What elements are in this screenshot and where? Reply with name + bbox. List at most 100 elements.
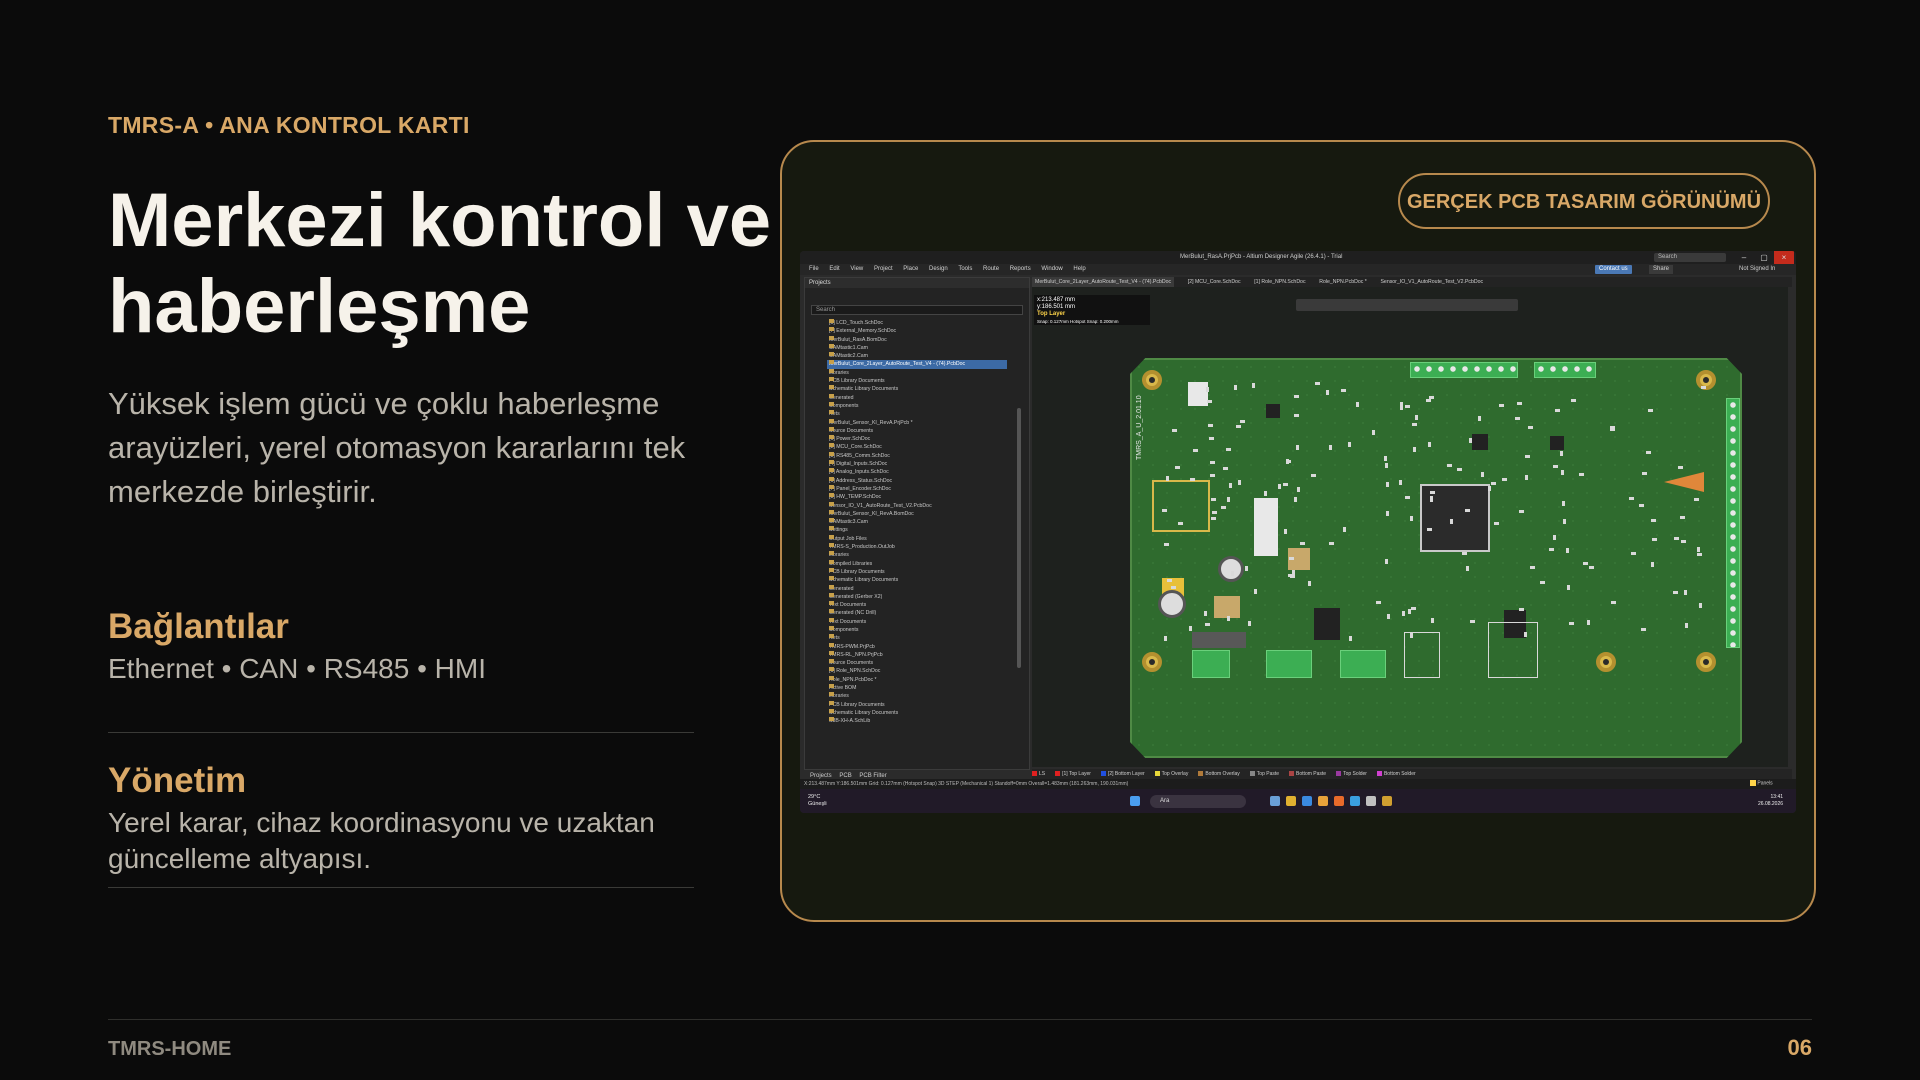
- tree-item[interactable]: PCB Library Documents: [829, 377, 1029, 385]
- tree-item[interactable]: Source Documents: [829, 426, 1029, 435]
- tree-item[interactable]: Generated: [829, 393, 1029, 402]
- tree-item[interactable]: CAMtastic3.Cam: [829, 518, 1029, 526]
- app-icon[interactable]: [1350, 796, 1360, 806]
- tree-item[interactable]: Text Documents: [829, 617, 1029, 626]
- doc-tab[interactable]: MerBulut_Core_2Layer_AutoRoute_Test_V4 -…: [1032, 277, 1175, 287]
- pcb-active-bar[interactable]: [1296, 299, 1518, 311]
- tree-item[interactable]: [8] HW_TEMP.SchDoc: [829, 493, 1029, 501]
- tree-item[interactable]: [2] MCU_Core.SchDoc: [829, 443, 1029, 451]
- tree-item[interactable]: Generated (NC Drill): [829, 609, 1029, 617]
- layer-tab[interactable]: LS: [1032, 769, 1045, 779]
- tree-item[interactable]: Nets: [829, 410, 1029, 418]
- tree-item[interactable]: MerBulut_Core_2Layer_AutoRoute_Test_V4 -…: [827, 360, 1007, 369]
- tree-item[interactable]: Components: [829, 625, 1029, 634]
- panels-button[interactable]: Panels: [1750, 780, 1773, 786]
- tree-item[interactable]: [6] Address_Status.SchDoc: [829, 476, 1029, 485]
- tree-item[interactable]: [5] Analog_Inputs.SchDoc: [829, 468, 1029, 476]
- layer-tab[interactable]: Top Paste: [1249, 769, 1279, 779]
- tree-item[interactable]: [1] Role_NPN.SchDoc: [829, 667, 1029, 675]
- menu-window[interactable]: Window: [1041, 264, 1062, 275]
- menu-route[interactable]: Route: [983, 264, 999, 275]
- tree-item[interactable]: Libraries: [829, 368, 1029, 377]
- layer-tab[interactable]: Bottom Solder: [1376, 769, 1416, 779]
- menu-design[interactable]: Design: [929, 264, 948, 275]
- app-icon[interactable]: [1366, 796, 1376, 806]
- tree-item[interactable]: Sensor_IO_V1_AutoRoute_Test_V2.PcbDoc: [829, 501, 1029, 510]
- layer-tab[interactable]: Top Overlay: [1154, 769, 1188, 779]
- smd-part: [1376, 600, 1382, 604]
- tree-item[interactable]: Schematic Library Documents: [829, 576, 1029, 584]
- layer-tab[interactable]: [2] Bottom Layer: [1100, 769, 1145, 779]
- menu-view[interactable]: View: [850, 264, 863, 275]
- folder-icon[interactable]: [1286, 796, 1296, 806]
- tree-item[interactable]: MerBulut_RasA.BomDoc: [829, 335, 1029, 344]
- menu-file[interactable]: File: [809, 264, 819, 275]
- tree-item[interactable]: Settings: [829, 526, 1029, 534]
- tree-item[interactable]: Libraries: [829, 692, 1029, 700]
- projects-search-input[interactable]: Search: [811, 305, 1023, 315]
- minimize-icon[interactable]: –: [1734, 251, 1754, 264]
- tree-item[interactable]: Active BOM: [829, 684, 1029, 692]
- contact-button[interactable]: Contact us: [1595, 265, 1632, 274]
- layer-tab[interactable]: [1] Top Layer: [1055, 769, 1091, 779]
- edge-icon[interactable]: [1302, 796, 1312, 806]
- window-search[interactable]: Search: [1654, 253, 1726, 262]
- smd-part: [1163, 543, 1169, 547]
- firefox-icon[interactable]: [1334, 796, 1344, 806]
- tree-item[interactable]: Components: [829, 401, 1029, 410]
- account-status[interactable]: Not Signed In: [1739, 264, 1775, 275]
- doc-tab[interactable]: [2] MCU_Core.SchDoc: [1188, 277, 1241, 287]
- tree-item[interactable]: TMRS-RL_NPN.PrjPcb: [829, 650, 1029, 659]
- taskbar-search[interactable]: Ara: [1150, 795, 1246, 808]
- layer-tab[interactable]: Top Solder: [1336, 769, 1367, 779]
- start-icon[interactable]: [1130, 796, 1140, 806]
- menu-place[interactable]: Place: [903, 264, 918, 275]
- weather-widget[interactable]: 29°C Güneşli: [808, 794, 827, 808]
- tree-item[interactable]: Role_NPN.PcbDoc *: [829, 675, 1029, 684]
- tree-item[interactable]: Compiled Libraries: [829, 559, 1029, 568]
- tree-item[interactable]: S3B-XH-A.SchLib: [829, 717, 1029, 725]
- tree-item[interactable]: TMRS-PWM.PrjPcb: [829, 642, 1029, 651]
- layer-tab[interactable]: Bottom Paste: [1289, 769, 1326, 779]
- tree-item[interactable]: Text Documents: [829, 601, 1029, 609]
- tree-item[interactable]: MerBulut_Sensor_KI_RevA.BomDoc: [829, 509, 1029, 518]
- tree-item[interactable]: CAMtastic2.Cam: [829, 352, 1029, 360]
- close-icon[interactable]: ×: [1774, 251, 1794, 264]
- tree-item[interactable]: [1] Power.SchDoc: [829, 435, 1029, 443]
- share-button[interactable]: Share: [1649, 265, 1674, 274]
- file-icon: [829, 377, 834, 382]
- tree-item[interactable]: Nets: [829, 634, 1029, 642]
- doc-tab[interactable]: Role_NPN.PcbDoc *: [1319, 277, 1367, 287]
- tree-item[interactable]: [4] Digital_Inputs.SchDoc: [829, 460, 1029, 468]
- projects-scrollbar[interactable]: [1017, 408, 1021, 668]
- tree-item[interactable]: Output Job Files: [829, 534, 1029, 543]
- tree-item[interactable]: Libraries: [829, 551, 1029, 559]
- maximize-icon[interactable]: ▢: [1754, 251, 1774, 264]
- tree-item[interactable]: [3] RS485_Comm.SchDoc: [829, 451, 1029, 460]
- tree-item[interactable]: Schematic Library Documents: [829, 708, 1029, 717]
- tree-item[interactable]: TMRS-S_Production.OutJob: [829, 543, 1029, 551]
- chrome-icon[interactable]: [1318, 796, 1328, 806]
- doc-tab[interactable]: Sensor_IO_V1_AutoRoute_Test_V2.PcbDoc: [1380, 277, 1483, 287]
- menu-edit[interactable]: Edit: [829, 264, 839, 275]
- app-icon[interactable]: [1270, 796, 1280, 806]
- tree-item[interactable]: PCB Library Documents: [829, 567, 1029, 576]
- tree-item[interactable]: Generated (Gerber X2): [829, 592, 1029, 601]
- tree-item[interactable]: [5] LCD_Touch.SchDoc: [829, 319, 1029, 327]
- menu-reports[interactable]: Reports: [1010, 264, 1031, 275]
- tree-item[interactable]: [7] Panel_Encoder.SchDoc: [829, 484, 1029, 493]
- tree-item[interactable]: CAMtastic1.Cam: [829, 343, 1029, 352]
- menu-help[interactable]: Help: [1073, 264, 1085, 275]
- tree-item[interactable]: Source Documents: [829, 659, 1029, 667]
- layer-tab[interactable]: Bottom Overlay: [1198, 769, 1240, 779]
- tree-item[interactable]: Generated: [829, 584, 1029, 593]
- tree-item[interactable]: Schematic Library Documents: [829, 385, 1029, 393]
- doc-tab[interactable]: [1] Role_NPN.SchDoc: [1254, 277, 1305, 287]
- altium-icon[interactable]: [1382, 796, 1392, 806]
- tree-item[interactable]: [7] External_Memory.SchDoc: [829, 327, 1029, 335]
- tree-item[interactable]: PCB Library Documents: [829, 700, 1029, 709]
- clock[interactable]: 13:41 26.08.2026: [1758, 794, 1783, 808]
- menu-project[interactable]: Project: [874, 264, 893, 275]
- tree-item[interactable]: MerBulut_Sensor_KI_RevA.PrjPcb *: [829, 418, 1029, 427]
- menu-tools[interactable]: Tools: [958, 264, 972, 275]
